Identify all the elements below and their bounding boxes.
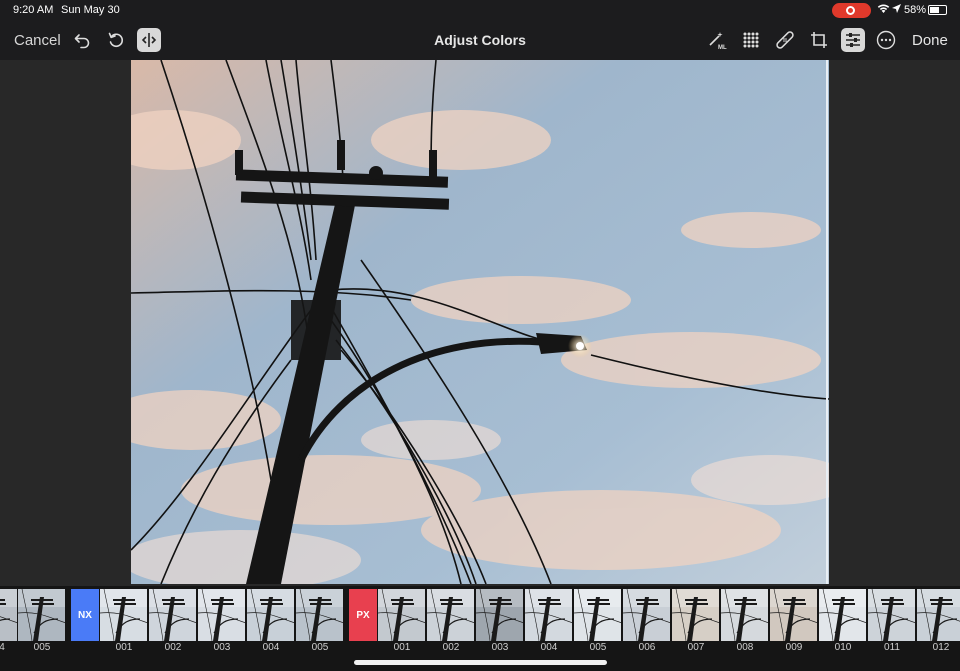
thumbnail-label: 005 [311, 642, 329, 653]
status-date: Sun May 30 [61, 4, 120, 16]
preset-thumbnail[interactable] [574, 589, 622, 641]
thumbnail-label: 011 [884, 642, 900, 653]
undo-icon[interactable] [70, 28, 94, 52]
thumbnail-label: 001 [393, 642, 411, 653]
thumbnail-label: 010 [834, 642, 852, 653]
preset-thumbnail[interactable] [917, 589, 960, 641]
thumbnail-label: 005 [589, 642, 607, 653]
bandage-icon[interactable] [773, 28, 797, 52]
thumbnail-label: 001 [115, 642, 133, 653]
thumbnail-label: 005 [33, 642, 51, 653]
crop-icon[interactable] [807, 28, 831, 52]
svg-text:ML: ML [718, 45, 727, 50]
toolbar: Cancel Adjust Colors ML Done [0, 22, 960, 60]
preset-thumbnail[interactable] [525, 589, 573, 641]
cancel-button[interactable]: Cancel [14, 32, 61, 49]
preset-thumbnail[interactable] [427, 589, 475, 641]
thumbnail-label: 002 [164, 642, 182, 653]
editor-canvas [0, 60, 960, 586]
status-time: 9:20 AM [13, 4, 54, 16]
px-preset-tag[interactable]: PX [349, 589, 377, 641]
home-indicator[interactable] [354, 660, 607, 665]
adjust-sliders-icon[interactable] [841, 28, 865, 52]
revert-icon[interactable] [104, 28, 128, 52]
split-compare-icon[interactable] [137, 28, 161, 52]
thumbnail-label: 008 [736, 642, 754, 653]
thumbnail-label: 004 [262, 642, 280, 653]
preset-thumbnail[interactable] [623, 589, 671, 641]
preset-thumbnail[interactable] [378, 589, 426, 641]
preset-thumbnail[interactable] [198, 589, 246, 641]
wifi-icon [877, 3, 890, 17]
preset-thumbnail[interactable] [296, 589, 344, 641]
preset-thumbnail[interactable] [0, 589, 18, 641]
compare-split-handle[interactable] [826, 60, 828, 584]
preset-thumbnail[interactable] [770, 589, 818, 641]
thumbnail-label: 012 [932, 642, 950, 653]
thumbnail-label: 004 [540, 642, 558, 653]
thumbnail-label: 003 [491, 642, 509, 653]
thumbnail-label: 007 [687, 642, 705, 653]
battery-percent: 58% [904, 4, 927, 16]
preset-thumbnail[interactable] [721, 589, 769, 641]
photo-preview[interactable] [131, 60, 829, 584]
preset-thumbnail[interactable] [149, 589, 197, 641]
preset-thumbnail[interactable] [819, 589, 867, 641]
thumbnail-labels: 4 005 001 002 003 004 005 001 002 003 004 005 006 007… [0, 642, 960, 656]
thumbnail-label: 009 [785, 642, 803, 653]
done-button[interactable]: Done [912, 32, 948, 49]
thumbnail-label: 006 [638, 642, 656, 653]
nx-preset-tag[interactable]: NX [71, 589, 99, 641]
preset-thumbnail[interactable] [18, 589, 66, 641]
battery-icon [928, 5, 947, 15]
preset-thumbnail[interactable] [672, 589, 720, 641]
thumbnail-label: 003 [213, 642, 231, 653]
more-icon[interactable] [874, 28, 898, 52]
status-bar: 9:20 AM Sun May 30 58% [0, 0, 960, 22]
preset-thumbnail[interactable] [476, 589, 524, 641]
thumbnail-row [0, 589, 960, 641]
preset-thumbnail[interactable] [868, 589, 916, 641]
preset-thumbnail[interactable] [247, 589, 295, 641]
screen-recording-icon[interactable] [832, 3, 871, 18]
location-arrow-icon [892, 4, 901, 16]
thumbnail-label: 002 [442, 642, 460, 653]
preset-thumbnail[interactable] [100, 589, 148, 641]
grid-icon[interactable] [739, 28, 763, 52]
preset-filmstrip: NX PX 4 005 001 002 003 004 005 001 002 003 004 005… [0, 586, 960, 671]
ml-magic-wand-icon[interactable]: ML [705, 28, 729, 52]
